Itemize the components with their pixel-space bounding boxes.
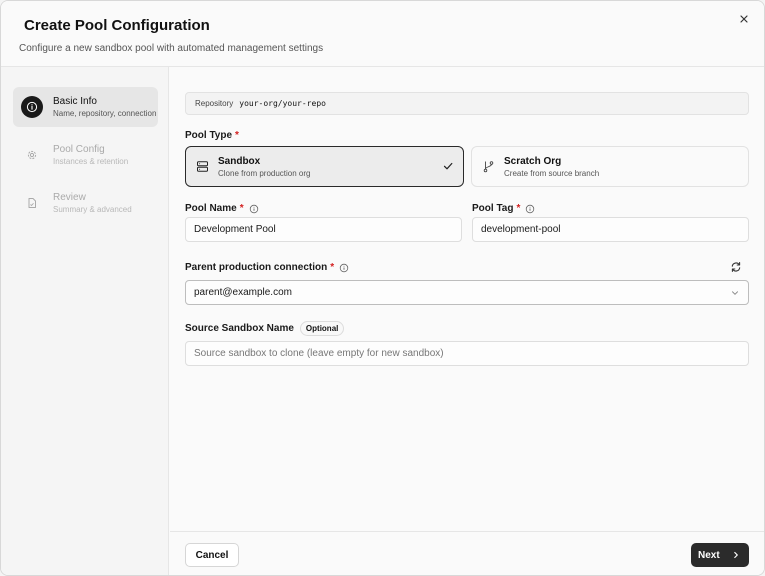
chevron-down-icon [732, 291, 738, 295]
next-label: Next [698, 549, 720, 561]
step-basic-info[interactable]: Basic Info Name, repository, connection [13, 87, 158, 127]
check-icon [443, 162, 453, 170]
refresh-icon [731, 262, 741, 272]
step-label: Pool Config [53, 144, 105, 155]
parent-connection-select[interactable]: parent@example.com [185, 280, 749, 305]
step-pool-config[interactable]: Pool Config Instances & retention [13, 135, 158, 175]
label-text: Parent production connection [185, 262, 328, 273]
source-sandbox-input[interactable] [185, 341, 749, 366]
refresh-connections-button[interactable] [730, 260, 742, 278]
step-description: Summary & advanced [53, 205, 132, 214]
repository-label: Repository [195, 99, 234, 108]
document-icon [21, 192, 43, 214]
required-mark: * [235, 130, 239, 141]
label-text: Pool Type [185, 130, 233, 141]
option-description: Create from source branch [504, 168, 600, 178]
pool-type-scratch-org[interactable]: Scratch Org Create from source branch [471, 146, 749, 187]
required-mark: * [239, 203, 244, 214]
step-label: Review [53, 192, 86, 203]
info-icon[interactable] [339, 263, 349, 273]
cancel-button[interactable]: Cancel [185, 543, 239, 567]
label-text: Pool Tag [472, 203, 514, 214]
option-title: Sandbox [218, 155, 261, 167]
pool-type-sandbox[interactable]: Sandbox Clone from production org [185, 146, 464, 187]
chevron-right-icon [734, 551, 738, 559]
repository-display: Repository your-org/your-repo [185, 92, 749, 115]
create-pool-dialog: Create Pool Configuration Configure a ne… [0, 0, 765, 576]
dialog-footer: Cancel Next [170, 531, 764, 575]
info-icon [21, 96, 43, 118]
next-button[interactable]: Next [691, 543, 749, 567]
repository-value: your-org/your-repo [239, 99, 326, 108]
info-icon[interactable] [249, 204, 259, 214]
git-branch-icon [481, 160, 495, 174]
steps-sidebar: Basic Info Name, repository, connection … [1, 67, 169, 575]
step-label: Basic Info [53, 96, 97, 107]
pool-tag-label: Pool Tag * [472, 203, 535, 214]
optional-badge: Optional [299, 321, 345, 336]
close-icon [740, 15, 748, 23]
pool-tag-input[interactable] [472, 217, 749, 242]
gear-icon [21, 144, 43, 166]
dialog-subtitle: Configure a new sandbox pool with automa… [19, 43, 324, 54]
required-mark: * [516, 203, 521, 214]
close-button[interactable] [736, 11, 752, 27]
pool-name-label: Pool Name * [185, 203, 259, 214]
pool-type-label: Pool Type * [185, 130, 239, 141]
required-mark: * [330, 262, 335, 273]
form-content: Repository your-org/your-repo Pool Type *… [170, 67, 764, 531]
option-title: Scratch Org [504, 155, 562, 167]
step-description: Instances & retention [53, 157, 129, 166]
dialog-header: Create Pool Configuration Configure a ne… [1, 1, 764, 67]
info-icon[interactable] [525, 204, 535, 214]
dialog-title: Create Pool Configuration [24, 17, 210, 34]
step-review[interactable]: Review Summary & advanced [13, 183, 158, 223]
server-icon [195, 160, 209, 174]
parent-connection-label: Parent production connection * [185, 262, 349, 273]
source-sandbox-label: Source Sandbox Name Optional [185, 321, 345, 336]
pool-name-input[interactable] [185, 217, 462, 242]
step-description: Name, repository, connection [53, 109, 157, 118]
label-text: Source Sandbox Name [185, 323, 294, 334]
label-text: Pool Name [185, 203, 237, 214]
option-description: Clone from production org [218, 168, 311, 178]
select-value: parent@example.com [194, 287, 292, 298]
